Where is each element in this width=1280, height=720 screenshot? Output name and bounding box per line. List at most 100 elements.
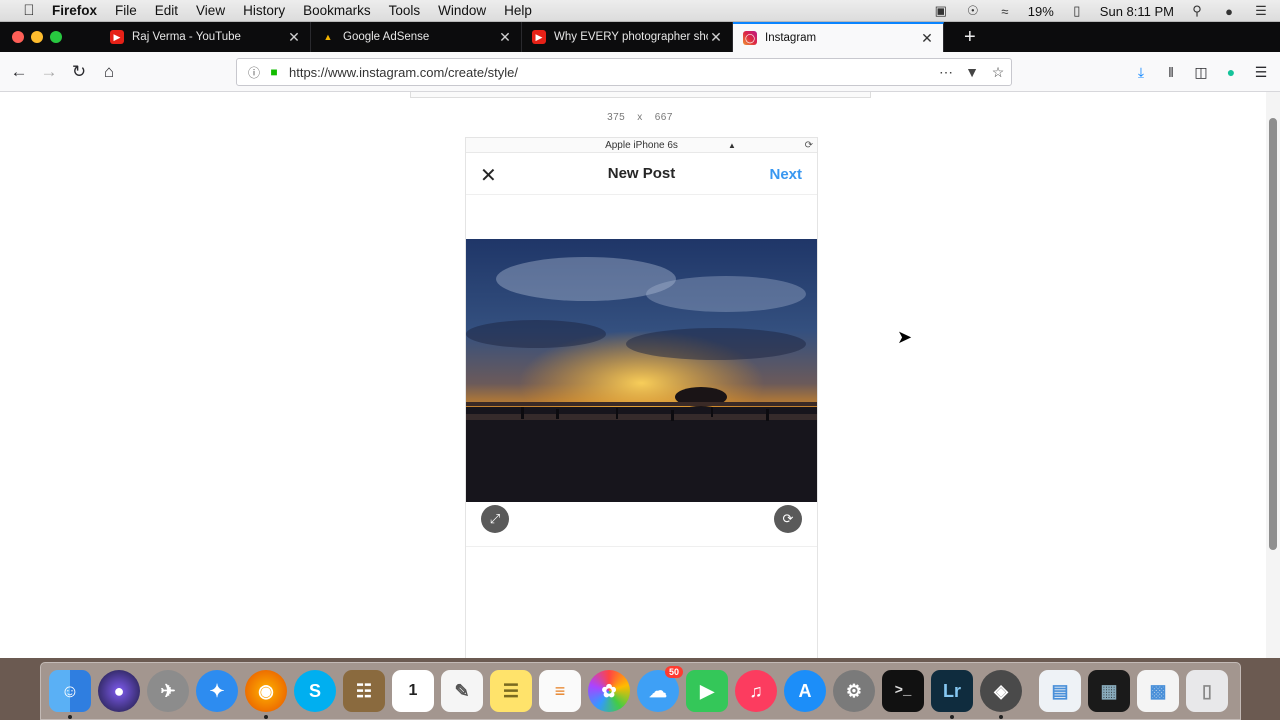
system-preferences-icon[interactable]: ⚙	[833, 670, 875, 712]
terminal-icon[interactable]: >_	[882, 670, 924, 712]
tab-instagram[interactable]: ◯ Instagram ✕	[733, 22, 944, 52]
stickies-icon[interactable]: ☰	[490, 670, 532, 712]
messages-badge: 50	[664, 666, 683, 678]
messages-icon[interactable]: ☁ 50	[637, 666, 683, 712]
close-icon[interactable]: ✕	[480, 163, 497, 188]
zoom-window-button[interactable]	[50, 31, 62, 43]
menu-file[interactable]: File	[115, 3, 137, 18]
macos-dock: ☺ ● ✈ ✦ ◉ S ☷ 1 ✎ ☰ ≡ ✿ ☁ 50 ▶ ♫ A ⚙ >_ L…	[40, 662, 1241, 720]
hamburger-menu-icon[interactable]: ☰	[1246, 57, 1276, 87]
instagram-icon: ◯	[743, 31, 757, 45]
notification-center-icon[interactable]: ☰	[1252, 3, 1270, 18]
grammarly-icon[interactable]: ●	[1216, 57, 1246, 87]
pocket-icon[interactable]: ▼	[959, 64, 985, 80]
photos-icon[interactable]: ✿	[588, 670, 630, 712]
tab-photographer-video[interactable]: ▶ Why EVERY photographer shou ✕	[522, 22, 733, 52]
scrollbar-thumb[interactable]	[1269, 118, 1277, 550]
tab-title: Google AdSense	[343, 31, 430, 43]
downloads-icon[interactable]: ⤓	[1126, 57, 1156, 87]
viewport-dimensions: 375 x 667	[0, 112, 1280, 123]
post-photo[interactable]	[466, 239, 817, 502]
viewport-height[interactable]: 667	[655, 112, 673, 123]
tab-raj-verma-youtube[interactable]: ▶ Raj Verma - YouTube ✕	[100, 22, 311, 52]
textedit-icon[interactable]: ✎	[441, 670, 483, 712]
skype-icon[interactable]: S	[294, 670, 336, 712]
document-thumbnail-icon[interactable]: ▤	[1039, 670, 1081, 712]
sync-icon[interactable]: ☉	[964, 3, 982, 18]
screenshot-folder-icon[interactable]: ▦	[1088, 670, 1130, 712]
launchpad-icon[interactable]: ✈	[147, 670, 189, 712]
expand-icon[interactable]: ⤢	[481, 505, 509, 533]
lock-icon[interactable]: ■	[265, 65, 283, 79]
spotlight-search-icon[interactable]: ⚲	[1188, 3, 1206, 18]
close-tab-icon[interactable]: ✕	[708, 29, 724, 46]
reload-icon[interactable]: ↻	[64, 57, 94, 87]
device-name[interactable]: Apple iPhone 6s	[605, 140, 678, 151]
select-arrows-icon[interactable]: ▲︎	[728, 138, 736, 153]
youtube-icon: ▶	[110, 30, 124, 44]
itunes-icon[interactable]: ♫	[735, 670, 777, 712]
facetime-icon[interactable]: ▶	[686, 670, 728, 712]
downloads-stack-icon[interactable]: ▩	[1137, 670, 1179, 712]
bookmark-star-icon[interactable]: ☆	[985, 64, 1011, 81]
menu-firefox[interactable]: Firefox	[52, 3, 97, 18]
menu-view[interactable]: View	[196, 3, 225, 18]
wifi-icon[interactable]: ≈	[996, 4, 1014, 19]
rotate-photo-icon[interactable]: ⟳	[774, 505, 802, 533]
menu-window[interactable]: Window	[438, 3, 486, 18]
safari-icon[interactable]: ✦	[196, 670, 238, 712]
page-title: New Post	[607, 165, 676, 182]
app-store-icon[interactable]: A	[784, 670, 826, 712]
url-text[interactable]: https://www.instagram.com/create/style/	[289, 65, 933, 80]
close-tab-icon[interactable]: ✕	[919, 30, 935, 47]
tab-title: Raj Verma - YouTube	[132, 31, 241, 43]
clock[interactable]: Sun 8:11 PM	[1100, 4, 1174, 19]
finder-icon[interactable]: ☺	[49, 670, 91, 719]
close-tab-icon[interactable]: ✕	[286, 29, 302, 46]
mouse-cursor-icon: ➤	[897, 327, 913, 347]
rotate-device-icon[interactable]: ⟳	[805, 138, 813, 153]
desktop-background: ☺ ● ✈ ✦ ◉ S ☷ 1 ✎ ☰ ≡ ✿ ☁ 50 ▶ ♫ A ⚙ >_ L…	[0, 658, 1280, 720]
lightroom-icon[interactable]: Lr	[931, 670, 973, 719]
reminders-icon[interactable]: ≡	[539, 670, 581, 712]
device-selector[interactable]: Apple iPhone 6s ▲︎ ⟳	[466, 138, 817, 153]
page-actions-icon[interactable]: ⋯	[933, 64, 959, 81]
siri-icon[interactable]: ●	[1220, 4, 1238, 19]
notes-icon[interactable]: ☷	[343, 670, 385, 712]
status-tray: ▣ ☉ ≈ 19% ▯ Sun 8:11 PM ⚲ ● ☰	[932, 0, 1270, 22]
sidebar-icon[interactable]: ◫	[1186, 57, 1216, 87]
running-indicator	[999, 715, 1003, 719]
forward-icon[interactable]: →	[34, 57, 64, 87]
tab-google-adsense[interactable]: ▲ Google AdSense ✕	[311, 22, 522, 52]
close-window-button[interactable]	[12, 31, 24, 43]
battery-percent[interactable]: 19%	[1028, 4, 1054, 19]
info-icon[interactable]: ⓘ	[243, 64, 265, 81]
firefox-icon[interactable]: ◉	[245, 670, 287, 719]
next-button[interactable]: Next	[769, 166, 802, 183]
url-bar[interactable]: ⓘ ■ https://www.instagram.com/create/sty…	[236, 58, 1012, 86]
device-viewport: Apple iPhone 6s ▲︎ ⟳ ✕ New Post Next ⤢ ⟳	[465, 137, 818, 658]
new-tab-button[interactable]: +	[964, 26, 976, 49]
page-scrollbar[interactable]	[1266, 92, 1280, 658]
menu-bookmarks[interactable]: Bookmarks	[303, 3, 371, 18]
siri-icon[interactable]: ●	[98, 670, 140, 712]
home-icon[interactable]: ⌂	[94, 57, 124, 87]
library-icon[interactable]: ‖	[1156, 57, 1186, 87]
viewport-width[interactable]: 375	[607, 112, 625, 123]
camera-icon[interactable]: ▣	[932, 3, 950, 18]
close-tab-icon[interactable]: ✕	[497, 29, 513, 46]
battery-icon[interactable]: ▯	[1068, 3, 1086, 18]
calendar-icon[interactable]: 1	[392, 670, 434, 712]
menu-history[interactable]: History	[243, 3, 285, 18]
navigation-bar: ← → ↻ ⌂ ⓘ ■ https://www.instagram.com/cr…	[0, 52, 1280, 92]
tab-strip: ▶ Raj Verma - YouTube ✕ ▲ Google AdSense…	[0, 22, 1280, 52]
menu-edit[interactable]: Edit	[155, 3, 178, 18]
minimize-window-button[interactable]	[31, 31, 43, 43]
back-icon[interactable]: ←	[4, 57, 34, 87]
trash-icon[interactable]: ▯	[1186, 670, 1228, 712]
photo-editor-icon[interactable]: ◈	[980, 670, 1022, 719]
apple-icon[interactable]: 	[18, 2, 40, 19]
menu-tools[interactable]: Tools	[389, 3, 421, 18]
menu-help[interactable]: Help	[504, 3, 532, 18]
photo-actions: ⤢ ⟳	[466, 502, 817, 547]
